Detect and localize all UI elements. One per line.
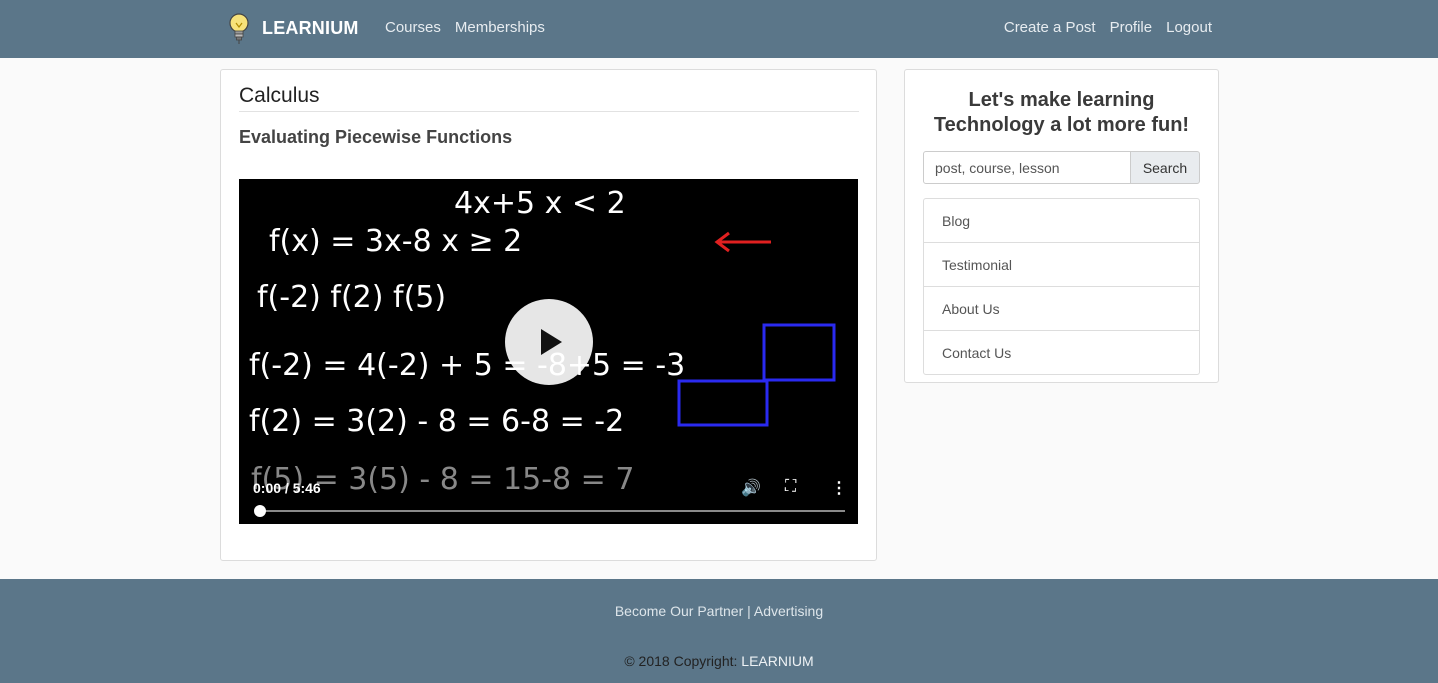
play-button[interactable] xyxy=(505,299,593,385)
navbar: LEARNIUM Courses Memberships Create a Po… xyxy=(0,0,1438,58)
more-options-icon[interactable]: ⋮ xyxy=(831,478,847,498)
sidebar-link-about-us[interactable]: About Us xyxy=(924,287,1199,331)
nav-link-memberships[interactable]: Memberships xyxy=(455,18,545,38)
footer-partner-links[interactable]: Become Our Partner | Advertising xyxy=(0,603,1438,619)
tagline-line-1: Let's make learning xyxy=(968,89,1155,111)
footer: Become Our Partner | Advertising © 2018 … xyxy=(0,579,1438,683)
lesson-card: Calculus Evaluating Piecewise Functions … xyxy=(220,69,877,561)
board-line: f(-2) f(2) f(5) xyxy=(257,280,446,315)
video-player[interactable]: 4x+5 x < 2 f(x) = 3x-8 x ≥ 2 f(-2) f(2) … xyxy=(239,179,858,524)
footer-copyright: © 2018 Copyright: LEARNIUM xyxy=(0,653,1438,669)
nav-link-courses[interactable]: Courses xyxy=(385,18,441,38)
video-time: 0:00 / 5:46 xyxy=(253,480,321,496)
board-line: f(x) = 3x-8 x ≥ 2 xyxy=(269,224,522,259)
user-nav: Create a Post Profile Logout xyxy=(1004,18,1212,38)
copyright-brand-link[interactable]: LEARNIUM xyxy=(741,653,813,669)
title-divider xyxy=(239,111,859,112)
course-title: Calculus xyxy=(239,84,320,107)
sidebar-link-blog[interactable]: Blog xyxy=(924,199,1199,243)
lightbulb-icon xyxy=(229,13,249,44)
primary-nav: Courses Memberships xyxy=(385,18,545,38)
volume-icon[interactable]: 🔊 xyxy=(741,478,761,498)
lesson-title: Evaluating Piecewise Functions xyxy=(239,127,513,147)
search-button[interactable]: Search xyxy=(1130,151,1200,184)
answer-box xyxy=(677,379,769,427)
brand-name: LEARNIUM xyxy=(262,17,359,38)
search-input[interactable] xyxy=(923,151,1131,184)
brand-logo-link[interactable]: LEARNIUM xyxy=(227,11,359,45)
copyright-text: © 2018 Copyright: xyxy=(624,653,742,669)
nav-link-profile[interactable]: Profile xyxy=(1110,18,1153,38)
answer-box xyxy=(762,323,836,382)
seek-bar[interactable] xyxy=(254,505,845,517)
sidebar-card: Let's make learning Technology a lot mor… xyxy=(904,69,1219,383)
seek-handle[interactable] xyxy=(254,505,266,517)
board-line: f(-2) = 4(-2) + 5 = -8+5 = -3 xyxy=(249,348,685,383)
board-line: f(2) = 3(2) - 8 = 6-8 = -2 xyxy=(249,404,624,439)
board-line: 4x+5 x < 2 xyxy=(454,186,626,221)
sidebar-link-testimonial[interactable]: Testimonial xyxy=(924,243,1199,287)
tagline-line-2: Technology a lot more fun! xyxy=(933,114,1190,136)
nav-link-create-post[interactable]: Create a Post xyxy=(1004,18,1096,38)
nav-link-logout[interactable]: Logout xyxy=(1166,18,1212,38)
sidebar-link-list: Blog Testimonial About Us Contact Us xyxy=(923,198,1200,375)
sidebar-tagline: Let's make learning Technology a lot mor… xyxy=(905,88,1218,138)
sidebar-link-contact-us[interactable]: Contact Us xyxy=(924,331,1199,374)
fullscreen-icon[interactable]: ⛶ xyxy=(785,478,796,496)
